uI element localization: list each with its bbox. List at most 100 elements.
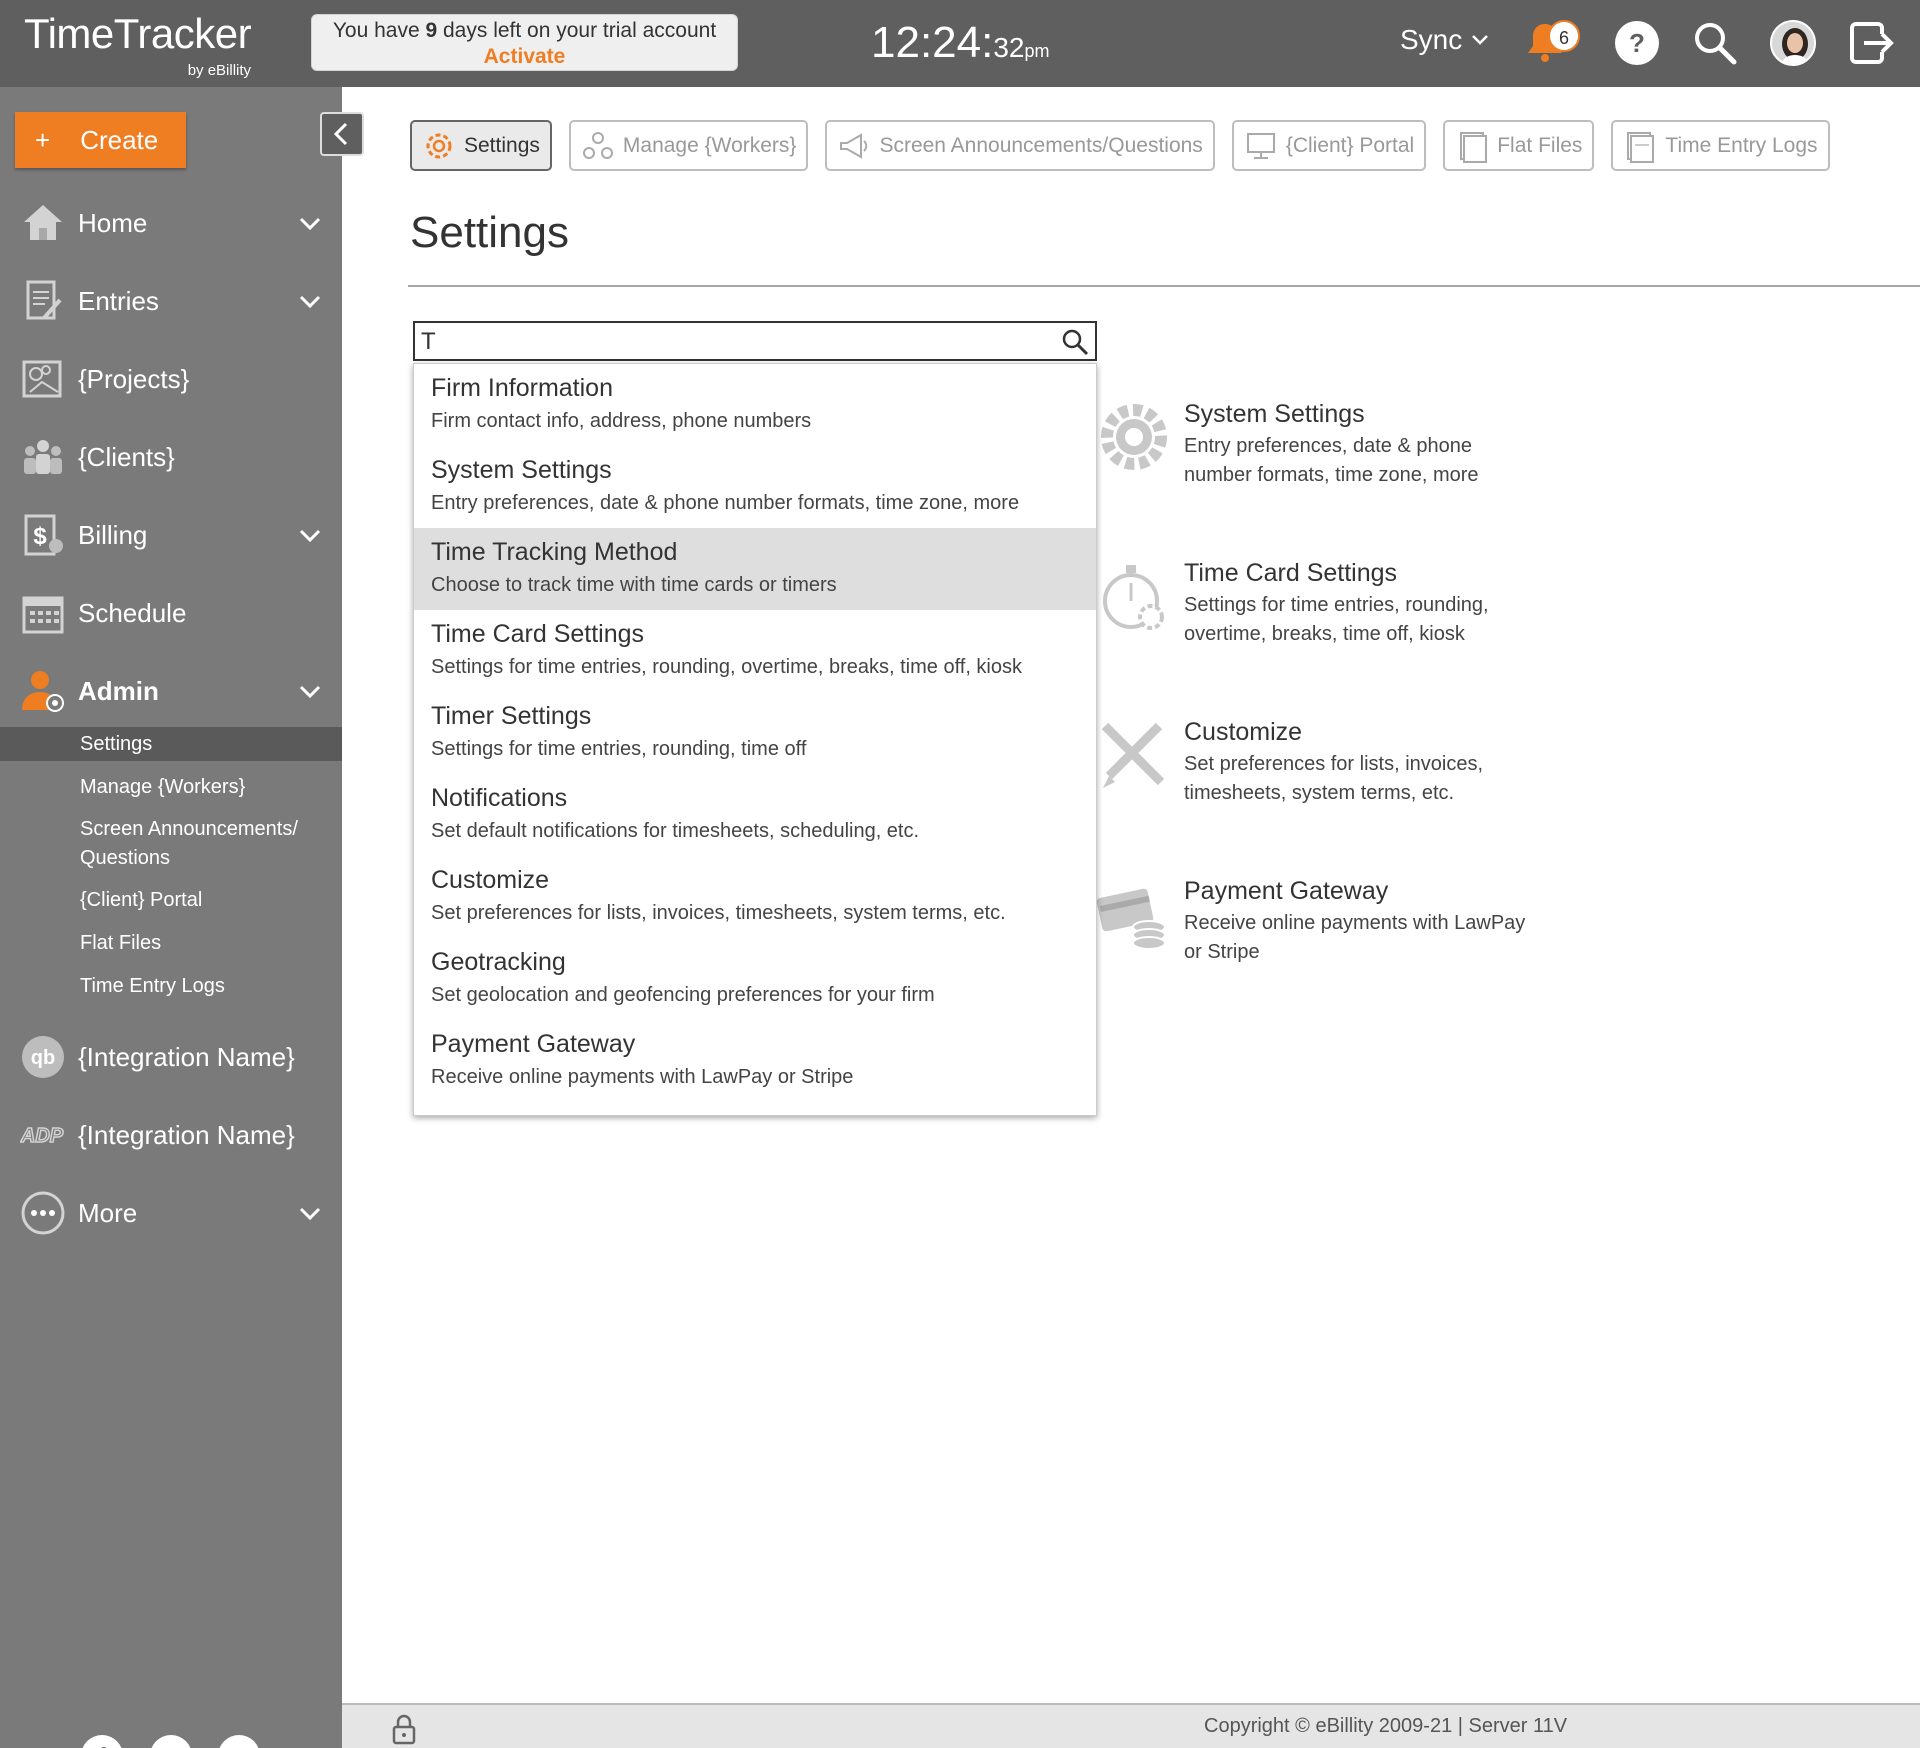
result-title: Time Tracking Method	[431, 538, 678, 566]
sidebar-item-billing[interactable]: $ Billing	[0, 505, 342, 565]
copyright-text: Copyright © eBillity 2009-21 | Server 11…	[1204, 1715, 1568, 1737]
sidebar-item-projects[interactable]: {Projects}	[0, 349, 342, 409]
app-byline: by eBillity	[187, 62, 252, 79]
sidebar-item-schedule[interactable]: Schedule	[0, 583, 342, 643]
sidebar-item-more[interactable]: More	[0, 1183, 342, 1243]
app-logo[interactable]: TimeTracker by eBillity	[24, 10, 252, 79]
result-title: Notifications	[431, 784, 568, 812]
avatar-image	[1772, 22, 1814, 64]
sidebar-subitem-time-entry-logs[interactable]: Time Entry Logs	[0, 972, 342, 1001]
search-result-timer-settings[interactable]: Timer Settings Settings for time entries…	[414, 692, 1096, 774]
chevron-down-icon[interactable]	[298, 211, 322, 235]
sidebar-subitem-screen-announcements[interactable]: Screen Announcements/ Questions	[0, 815, 342, 873]
app-name: TimeTracker	[24, 10, 252, 57]
card-description: Entry preferences, date & phone number f…	[1184, 435, 1479, 486]
search-result-customize[interactable]: Customize Set preferences for lists, inv…	[414, 856, 1096, 938]
search-result-time-tracking-method[interactable]: Time Tracking Method Choose to track tim…	[414, 528, 1096, 610]
sidebar-subitem-manage-workers[interactable]: Manage {Workers}	[0, 773, 342, 802]
sidebar-item-admin[interactable]: Admin	[0, 661, 342, 721]
card-description: Settings for time entries, rounding, ove…	[1184, 594, 1489, 645]
sidebar-subitem-label: Questions	[80, 847, 171, 869]
lock-icon[interactable]	[390, 1713, 418, 1745]
tab-client-portal[interactable]: {Client} Portal	[1231, 120, 1427, 171]
sidebar-label: Billing	[78, 519, 148, 550]
flat-files-icon	[1460, 131, 1488, 163]
chevron-down-icon[interactable]	[298, 289, 322, 313]
result-description: Choose to track time with time cards or …	[431, 574, 837, 596]
sidebar-item-integration-adp[interactable]: ADP {Integration Name}	[0, 1105, 342, 1165]
search-result-geotracking[interactable]: Geotracking Set geolocation and geofenci…	[414, 938, 1096, 1020]
sidebar-subitem-settings[interactable]: Settings	[0, 727, 342, 761]
tab-screen-announcements[interactable]: Screen Announcements/Questions	[825, 120, 1215, 171]
chevron-down-icon[interactable]	[298, 679, 322, 703]
sidebar-subitem-label: Screen Announcements/	[80, 818, 298, 840]
tab-manage-workers[interactable]: Manage {Workers}	[568, 120, 809, 171]
sidebar-item-entries[interactable]: Entries	[0, 271, 342, 331]
page-title: Settings	[410, 208, 569, 257]
portal-icon	[1246, 132, 1275, 159]
user-avatar[interactable]	[1770, 20, 1816, 66]
search-result-notifications[interactable]: Notifications Set default notifications …	[414, 774, 1096, 856]
result-description: Set default notifications for timesheets…	[431, 820, 920, 842]
tab-flat-files[interactable]: Flat Files	[1443, 120, 1595, 171]
trial-suffix: days left on your trial account	[437, 19, 717, 42]
sidebar-subitem-client-portal[interactable]: {Client} Portal	[0, 886, 342, 915]
projects-icon	[22, 360, 62, 398]
settings-search-input[interactable]	[421, 327, 1041, 357]
clock-seconds: 32	[993, 32, 1025, 63]
sidebar-label: Entries	[78, 285, 159, 316]
chevron-down-icon[interactable]	[298, 523, 322, 547]
sidebar-label: {Clients}	[78, 441, 175, 472]
collapse-sidebar-button[interactable]	[320, 112, 364, 156]
activate-link[interactable]: Activate	[312, 45, 737, 69]
notification-badge: 6	[1548, 20, 1580, 52]
sidebar-item-home[interactable]: Home	[0, 193, 342, 253]
workers-icon	[582, 131, 613, 159]
card-description: Receive online payments with LawPay or S…	[1184, 912, 1526, 963]
sidebar-subitem-flat-files[interactable]: Flat Files	[0, 929, 342, 958]
tab-label: {Client} Portal	[1285, 133, 1415, 157]
result-title: Firm Information	[431, 374, 613, 402]
tab-settings[interactable]: Settings	[410, 120, 552, 171]
svg-text:ADP: ADP	[20, 1125, 64, 1147]
search-result-system-settings[interactable]: System Settings Entry preferences, date …	[414, 446, 1096, 528]
logs-icon	[1627, 131, 1655, 163]
search-icon[interactable]	[1690, 18, 1740, 68]
stopwatch-icon	[1103, 565, 1164, 630]
sync-dropdown[interactable]: Sync	[1400, 24, 1490, 56]
clients-icon	[24, 440, 62, 474]
gear-icon	[1101, 404, 1167, 470]
sync-label: Sync	[1400, 24, 1463, 55]
tab-time-entry-logs[interactable]: Time Entry Logs	[1611, 120, 1830, 171]
sidebar-label: Schedule	[78, 597, 187, 628]
top-bar: TimeTracker by eBillity You have 9 days …	[0, 0, 1920, 87]
search-results-dropdown: Firm Information Firm contact info, addr…	[413, 363, 1097, 1116]
result-title: System Settings	[431, 456, 612, 484]
sidebar-label: Home	[78, 207, 148, 238]
card-title: Payment Gateway	[1184, 877, 1389, 905]
youtube-icon[interactable]: ▶	[218, 1735, 260, 1748]
chevron-down-icon[interactable]	[298, 1201, 322, 1225]
search-result-payment-gateway[interactable]: Payment Gateway Receive online payments …	[414, 1020, 1096, 1102]
facebook-icon[interactable]: f	[81, 1735, 123, 1748]
trial-days: 9	[425, 19, 438, 42]
tab-label: Flat Files	[1497, 133, 1583, 157]
admin-toolbar: Settings Manage {Workers} Screen Announc…	[410, 120, 1830, 171]
create-button[interactable]: + Create	[15, 112, 186, 168]
search-result-firm-information[interactable]: Firm Information Firm contact info, addr…	[414, 364, 1096, 446]
help-icon[interactable]: ?	[1612, 18, 1662, 68]
sidebar: + Create Home Entries {Projects} {Client…	[0, 87, 342, 1748]
tab-label: Manage {Workers}	[622, 133, 797, 157]
search-icon[interactable]	[1061, 328, 1089, 356]
admin-icon	[22, 671, 64, 712]
billing-icon: $	[24, 514, 63, 556]
result-description: Set geolocation and geofencing preferenc…	[431, 984, 935, 1006]
logout-icon[interactable]	[1846, 18, 1896, 68]
linkedin-icon[interactable]: in	[150, 1735, 192, 1748]
credit-card-icon	[1097, 888, 1166, 950]
card-title: System Settings	[1184, 400, 1365, 428]
sidebar-item-integration-qb[interactable]: qb {Integration Name}	[0, 1027, 342, 1087]
sidebar-label: Admin	[78, 675, 159, 706]
sidebar-item-clients[interactable]: {Clients}	[0, 427, 342, 487]
search-result-time-card-settings[interactable]: Time Card Settings Settings for time ent…	[414, 610, 1096, 692]
